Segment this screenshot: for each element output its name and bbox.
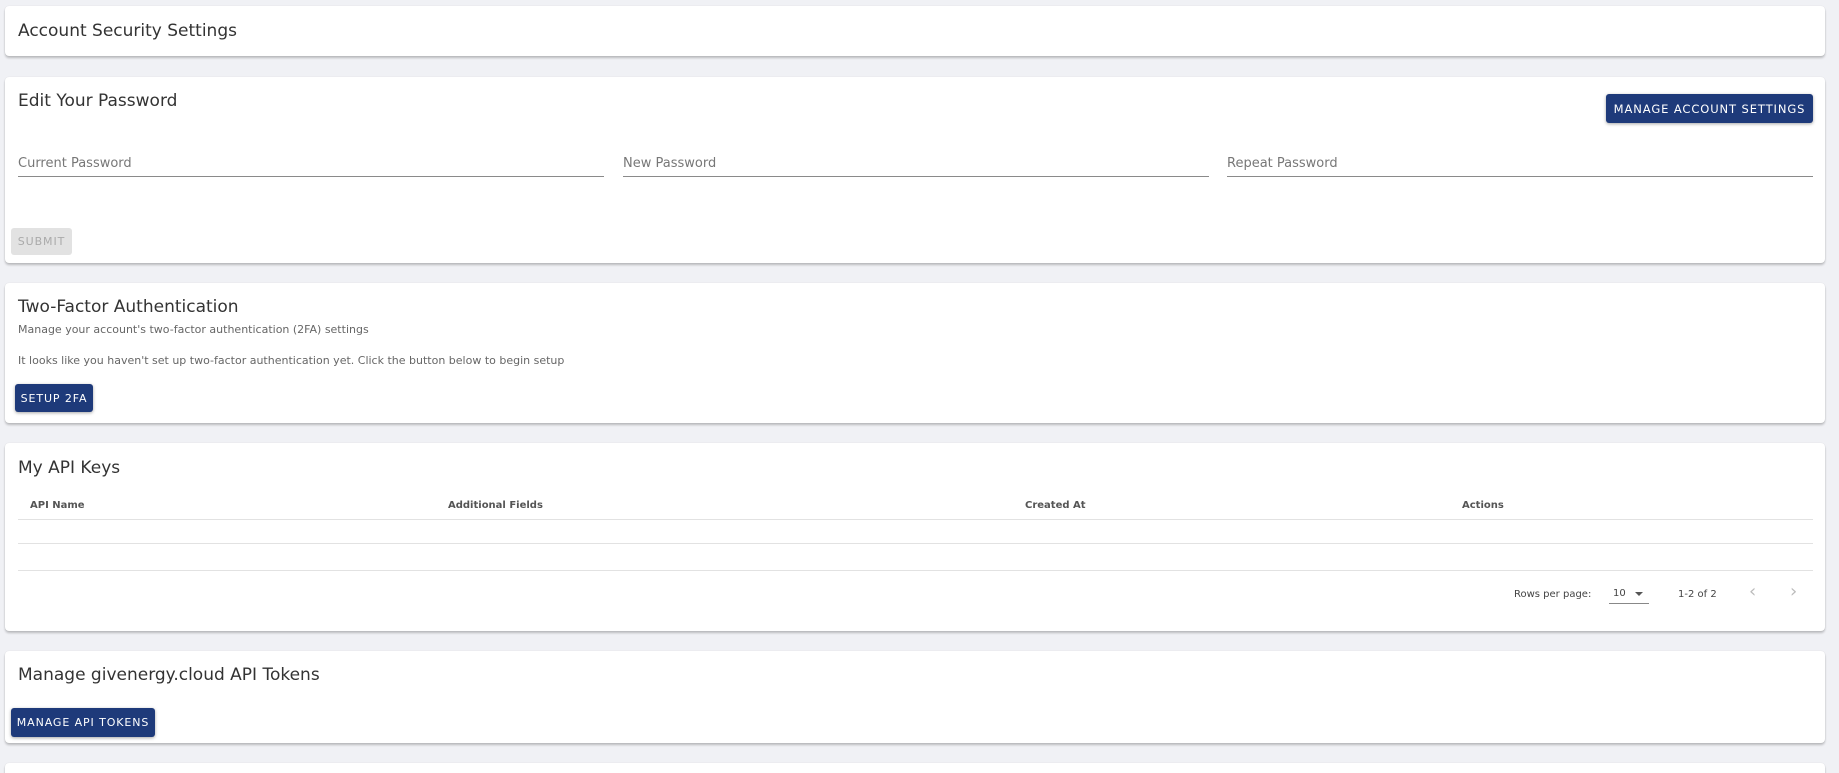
api-tokens-card: Manage givenergy.cloud API Tokens MANAGE…: [5, 651, 1825, 743]
current-password-field[interactable]: [18, 145, 604, 177]
edit-password-card: Edit Your Password MANAGE ACCOUNT SETTIN…: [5, 77, 1825, 263]
table-header-divider: [18, 519, 1813, 520]
table-row: [18, 543, 1813, 544]
column-header-additional-fields: Additional Fields: [448, 500, 543, 511]
previous-page-icon[interactable]: ‹: [1749, 583, 1756, 601]
repeat-password-input[interactable]: [1227, 145, 1813, 176]
table-row: [18, 570, 1813, 571]
rows-per-page-select[interactable]: 10: [1609, 583, 1649, 604]
two-factor-title: Two-Factor Authentication: [18, 297, 239, 317]
next-section-card: [5, 763, 1825, 773]
page-title: Account Security Settings: [18, 21, 237, 41]
two-factor-message: It looks like you haven't set up two-fac…: [18, 354, 565, 367]
setup-2fa-button[interactable]: SETUP 2FA: [15, 384, 93, 412]
submit-button[interactable]: SUBMIT: [11, 228, 72, 255]
rows-per-page-label: Rows per page:: [1514, 589, 1592, 600]
column-header-created-at: Created At: [1025, 500, 1086, 511]
pagination-range: 1-2 of 2: [1678, 589, 1717, 600]
account-security-header-card: Account Security Settings: [5, 6, 1825, 56]
new-password-field[interactable]: [623, 145, 1209, 177]
manage-api-tokens-button[interactable]: MANAGE API TOKENS: [11, 708, 155, 737]
two-factor-subtitle: Manage your account's two-factor authent…: [18, 323, 369, 336]
api-keys-title: My API Keys: [18, 458, 121, 478]
chevron-down-icon: [1635, 592, 1643, 596]
current-password-input[interactable]: [18, 145, 604, 176]
two-factor-card: Two-Factor Authentication Manage your ac…: [5, 283, 1825, 423]
repeat-password-field[interactable]: [1227, 145, 1813, 177]
api-keys-card: My API Keys API Name Additional Fields C…: [5, 443, 1825, 631]
rows-per-page-value: 10: [1613, 588, 1626, 599]
column-header-api-name: API Name: [30, 500, 85, 511]
new-password-input[interactable]: [623, 145, 1209, 176]
edit-password-title: Edit Your Password: [18, 91, 178, 111]
manage-account-settings-button[interactable]: MANAGE ACCOUNT SETTINGS: [1606, 94, 1813, 123]
column-header-actions: Actions: [1462, 500, 1504, 511]
next-page-icon[interactable]: ›: [1790, 583, 1797, 601]
api-tokens-title: Manage givenergy.cloud API Tokens: [18, 665, 320, 685]
